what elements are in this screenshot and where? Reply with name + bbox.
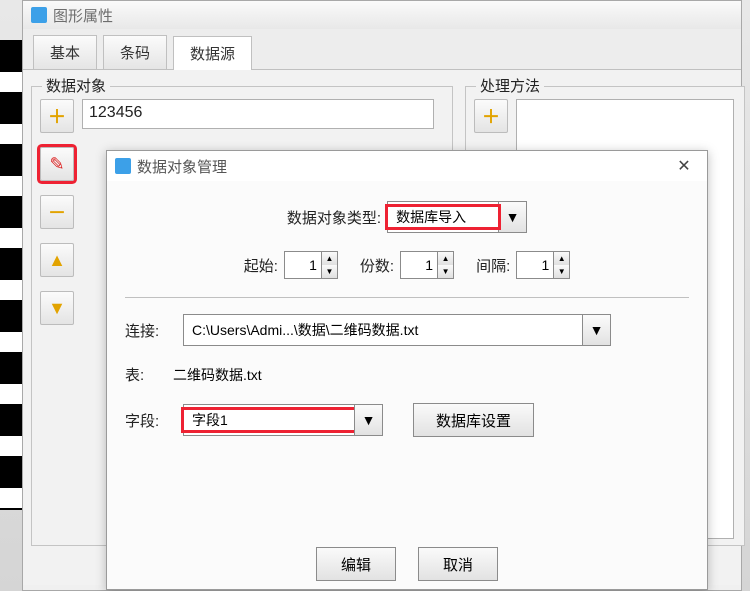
tab-basic[interactable]: 基本 <box>33 35 97 69</box>
close-icon: ✕ <box>677 156 690 176</box>
table-label: 表: <box>125 364 173 385</box>
separator <box>125 297 689 298</box>
chevron-down-icon[interactable]: ▼ <box>354 405 382 435</box>
arrow-down-icon: ▼ <box>48 298 66 319</box>
connection-label: 连接: <box>125 320 173 341</box>
spin-down-icon[interactable]: ▼ <box>554 265 569 278</box>
remove-button[interactable]: － <box>40 195 74 229</box>
db-settings-button[interactable]: 数据库设置 <box>413 403 534 437</box>
app-icon <box>31 7 47 23</box>
field-value: 字段1 <box>184 410 354 430</box>
spin-up-icon[interactable]: ▲ <box>554 252 569 265</box>
count-input[interactable] <box>401 253 437 277</box>
data-object-manage-dialog: 数据对象管理 ✕ 数据对象类型: 数据库导入 ▼ 起始: ▲▼ 份数: <box>106 150 708 590</box>
field-row: 字段: 字段1 ▼ 数据库设置 <box>125 403 689 437</box>
window-title: 图形属性 <box>53 5 113 26</box>
data-object-value[interactable]: 123456 <box>82 99 434 129</box>
chevron-down-icon[interactable]: ▼ <box>498 202 526 232</box>
field-label: 字段: <box>125 410 173 431</box>
spin-down-icon[interactable]: ▼ <box>438 265 453 278</box>
connection-value: C:\Users\Admi...\数据\二维码数据.txt <box>184 320 582 340</box>
dialog-footer: 编辑 取消 <box>107 541 707 581</box>
interval-spinner[interactable]: ▲▼ <box>516 251 570 279</box>
edit-button[interactable]: ✎ <box>40 147 74 181</box>
app-icon <box>115 158 131 174</box>
data-toolbar: ＋ ✎ － ▲ ▼ <box>40 99 74 325</box>
dialog-title-bar: 数据对象管理 ✕ <box>107 151 707 181</box>
field-combo[interactable]: 字段1 ▼ <box>183 404 383 436</box>
chevron-down-icon[interactable]: ▼ <box>582 315 610 345</box>
dialog-title: 数据对象管理 <box>137 156 227 177</box>
connection-row: 连接: C:\Users\Admi...\数据\二维码数据.txt ▼ <box>125 314 689 346</box>
count-spinner[interactable]: ▲▼ <box>400 251 454 279</box>
cancel-button[interactable]: 取消 <box>418 547 498 581</box>
plus-icon: ＋ <box>48 103 66 129</box>
dialog-body: 数据对象类型: 数据库导入 ▼ 起始: ▲▼ 份数: ▲▼ <box>107 181 707 541</box>
interval-input[interactable] <box>517 253 553 277</box>
pencil-icon: ✎ <box>49 154 64 175</box>
start-input[interactable] <box>285 253 321 277</box>
add-button[interactable]: ＋ <box>40 99 74 133</box>
plus-icon: ＋ <box>482 103 500 129</box>
table-row: 表: 二维码数据.txt <box>125 364 689 385</box>
barcode-strip <box>0 40 22 510</box>
start-spinner[interactable]: ▲▼ <box>284 251 338 279</box>
minus-icon: － <box>48 199 66 225</box>
process-add-button[interactable]: ＋ <box>474 99 508 133</box>
move-down-button[interactable]: ▼ <box>40 291 74 325</box>
process-method-legend: 处理方法 <box>476 75 544 96</box>
interval-label: 间隔: <box>476 255 510 276</box>
spin-up-icon[interactable]: ▲ <box>438 252 453 265</box>
tab-datasource[interactable]: 数据源 <box>173 36 252 70</box>
spin-up-icon[interactable]: ▲ <box>322 252 337 265</box>
connection-combo[interactable]: C:\Users\Admi...\数据\二维码数据.txt ▼ <box>183 314 611 346</box>
table-value: 二维码数据.txt <box>173 365 262 385</box>
type-row: 数据对象类型: 数据库导入 ▼ <box>125 201 689 233</box>
type-combo[interactable]: 数据库导入 ▼ <box>387 201 527 233</box>
data-object-legend: 数据对象 <box>42 75 110 96</box>
close-button[interactable]: ✕ <box>669 154 699 178</box>
tabs: 基本 条码 数据源 <box>23 29 741 70</box>
move-up-button[interactable]: ▲ <box>40 243 74 277</box>
tab-barcode[interactable]: 条码 <box>103 35 167 69</box>
edit-button[interactable]: 编辑 <box>316 547 396 581</box>
spin-down-icon[interactable]: ▼ <box>322 265 337 278</box>
type-value: 数据库导入 <box>388 207 498 227</box>
count-label: 份数: <box>360 255 394 276</box>
number-row: 起始: ▲▼ 份数: ▲▼ 间隔: ▲▼ <box>125 251 689 279</box>
type-label: 数据对象类型: <box>287 207 381 228</box>
arrow-up-icon: ▲ <box>48 250 66 271</box>
start-label: 起始: <box>244 255 278 276</box>
title-bar: 图形属性 <box>23 1 741 29</box>
